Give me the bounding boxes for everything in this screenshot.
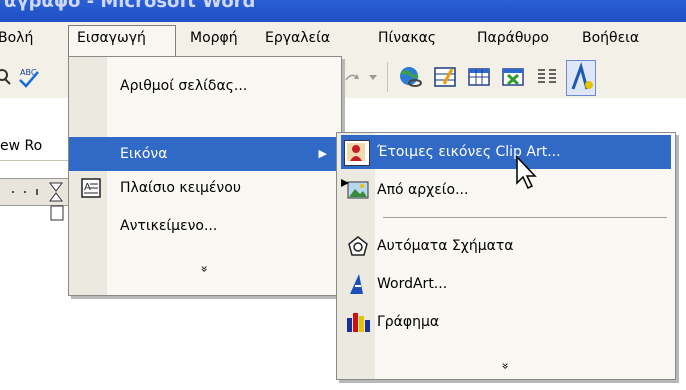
menu-item-chart[interactable]: Γράφημα xyxy=(337,305,675,339)
menu-separator xyxy=(383,217,667,218)
menu-insert[interactable]: Εισαγωγή xyxy=(68,25,176,57)
picture-label: Εικόνα xyxy=(120,146,168,162)
wordart-label: WordArt... xyxy=(377,276,448,292)
text-box-label: Πλαίσιο κειμένου xyxy=(120,180,241,196)
menu-item-from-file[interactable]: Από αρχείο... xyxy=(337,173,675,207)
insert-menu: Αριθμοί σελίδας... Εικόνα ▶ A Πλαίσιο κε… xyxy=(68,56,342,296)
menu-item-clip-art[interactable]: Έτοιμες εικόνες Clip Art... xyxy=(341,135,671,169)
chart-label: Γράφημα xyxy=(377,314,440,330)
mouse-pointer-icon xyxy=(515,155,541,191)
expand-glyph-2: » xyxy=(499,362,513,370)
drawing-icon[interactable] xyxy=(566,60,596,96)
menu-item-wordart[interactable]: WordArt... xyxy=(337,267,675,301)
toolbar-separator xyxy=(387,62,388,92)
menu-insert-label: Εισαγωγή xyxy=(77,30,146,46)
text-box-icon: A xyxy=(81,177,101,198)
menu-format-label: Μορφή xyxy=(190,30,238,46)
svg-text:A: A xyxy=(84,182,91,193)
menu-table[interactable]: Πίνακας xyxy=(378,26,436,50)
font-name-box[interactable]: ew Ro xyxy=(0,132,68,161)
expand-menu-icon[interactable]: » xyxy=(69,262,341,276)
picture-submenu: Έτοιμες εικόνες Clip Art... Από αρχείο..… xyxy=(336,132,676,380)
expand-glyph: » xyxy=(198,265,212,273)
wordart-icon xyxy=(347,272,371,296)
indent-marker-icon[interactable] xyxy=(50,204,64,230)
menu-help-label: Βοήθεια xyxy=(582,30,640,46)
menu-tools-label: Εργαλεία xyxy=(265,30,331,46)
document-area[interactable] xyxy=(0,132,68,390)
menu-window[interactable]: Παράθυρο xyxy=(477,26,549,50)
insert-excel-icon[interactable] xyxy=(500,64,526,90)
insert-table-icon[interactable] xyxy=(466,64,492,90)
menu-bar: Βολή Εισαγωγή Μορφή Εργαλεία Πίνακας Παρ… xyxy=(0,22,686,57)
menu-item-text-box[interactable]: A Πλαίσιο κειμένου xyxy=(69,171,341,205)
window-title: αγραφο - Microsoft Word xyxy=(4,0,256,12)
page-numbers-label: Αριθμοί σελίδας... xyxy=(120,78,248,94)
menu-help[interactable]: Βοήθεια xyxy=(582,26,639,50)
title-bar: αγραφο - Microsoft Word xyxy=(0,0,686,22)
redo-icon[interactable] xyxy=(343,68,363,88)
hyperlink-icon[interactable] xyxy=(398,64,424,90)
autoshapes-icon xyxy=(347,235,369,257)
pointer-marker-icon xyxy=(341,175,349,187)
from-file-label: Από αρχείο... xyxy=(377,182,469,198)
autoshapes-label: Αυτόματα Σχήματα xyxy=(377,238,514,254)
spelling-icon[interactable]: ABC xyxy=(16,64,42,90)
expand-submenu-icon[interactable]: » xyxy=(337,359,675,373)
menu-item-object[interactable]: Αντικείμενο... xyxy=(69,209,341,243)
font-name-value: ew Ro xyxy=(0,138,43,154)
menu-item-autoshapes[interactable]: Αυτόματα Σχήματα xyxy=(337,229,675,263)
menu-table-label: Πίνακας xyxy=(378,30,437,46)
menu-view-label: Βολή xyxy=(0,30,34,46)
menu-window-label: Παράθυρο xyxy=(477,30,549,46)
object-label: Αντικείμενο... xyxy=(120,218,218,234)
redo-dropdown-icon[interactable] xyxy=(368,71,378,83)
menu-item-picture[interactable]: Εικόνα ▶ xyxy=(69,137,341,171)
columns-icon[interactable] xyxy=(534,64,560,90)
ruler[interactable] xyxy=(0,178,68,206)
menu-format[interactable]: Μορφή xyxy=(190,26,238,50)
magnifier-icon[interactable] xyxy=(0,66,12,88)
menu-item-page-numbers[interactable]: Αριθμοί σελίδας... xyxy=(69,69,341,103)
clip-art-icon xyxy=(344,140,370,166)
tables-borders-icon[interactable] xyxy=(432,64,458,90)
chart-icon xyxy=(345,310,371,334)
menu-view[interactable]: Βολή xyxy=(0,26,33,50)
submenu-arrow-icon: ▶ xyxy=(318,147,327,160)
from-file-icon xyxy=(347,179,369,201)
menu-tools[interactable]: Εργαλεία xyxy=(265,26,330,50)
